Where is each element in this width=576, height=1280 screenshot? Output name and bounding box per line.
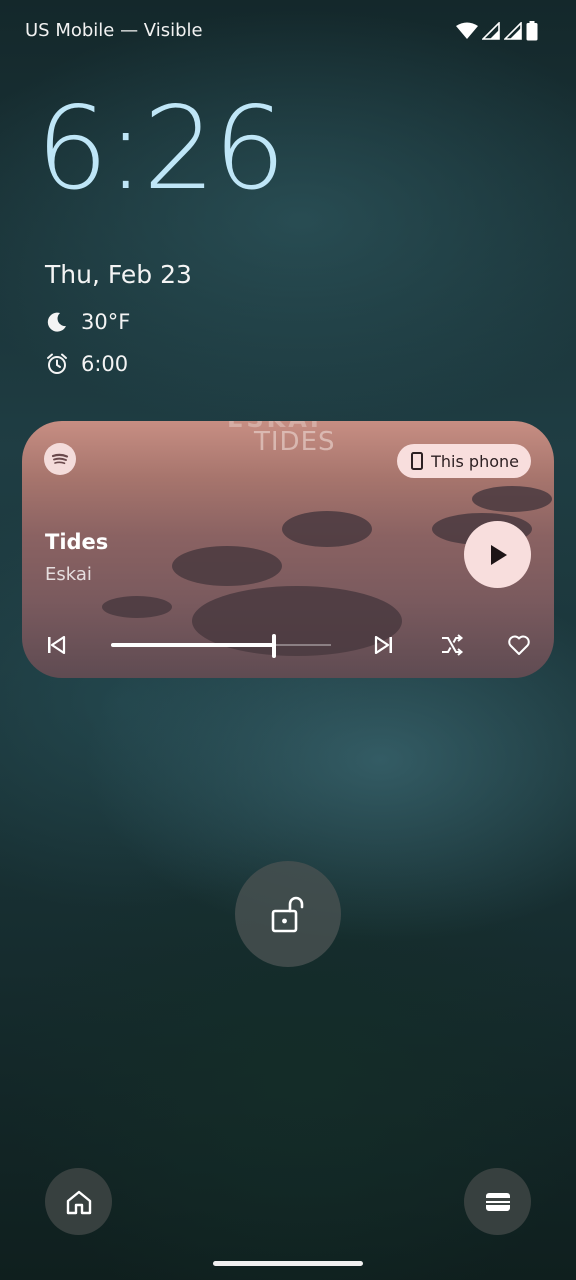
output-device-label: This phone <box>431 451 519 471</box>
carrier-name: US Mobile — Visible <box>25 20 203 41</box>
lockscreen-clock: 6:26 <box>36 82 286 215</box>
track-artist: Eskai <box>45 564 92 585</box>
moon-icon <box>47 312 66 332</box>
signal-icon <box>482 22 500 40</box>
wallet-icon <box>485 1192 510 1211</box>
spotify-icon[interactable] <box>44 443 76 475</box>
media-player-card[interactable]: ESKAI TIDES This phone Tides Eskai <box>22 421 554 678</box>
seek-bar[interactable] <box>111 634 331 658</box>
track-title: Tides <box>45 530 109 554</box>
like-button[interactable] <box>501 627 537 663</box>
shuffle-icon <box>442 634 464 656</box>
home-icon <box>66 1190 91 1214</box>
lockscreen-date[interactable]: Thu, Feb 23 <box>45 260 192 289</box>
wallet-shortcut-button[interactable] <box>464 1168 531 1235</box>
status-bar: US Mobile — Visible <box>0 0 576 64</box>
weather-row[interactable]: 30°F <box>45 310 130 334</box>
media-controls <box>22 627 554 663</box>
signal-icon <box>504 22 522 40</box>
seek-bar-thumb[interactable] <box>271 634 276 658</box>
wifi-icon <box>456 22 478 39</box>
play-button[interactable] <box>464 521 531 588</box>
output-device-chip[interactable]: This phone <box>397 444 531 478</box>
status-icons <box>456 21 538 41</box>
alarm-time: 6:00 <box>81 352 129 376</box>
unlock-icon <box>271 896 304 933</box>
battery-icon <box>526 21 538 41</box>
heart-icon <box>508 635 530 655</box>
weather-temperature: 30°F <box>81 310 131 334</box>
album-art-title-text: TIDES <box>254 427 336 457</box>
alarm-clock-icon <box>47 353 67 374</box>
unlock-button[interactable] <box>235 861 341 967</box>
previous-icon <box>48 636 66 654</box>
seek-bar-progress <box>111 643 274 647</box>
alarm-row[interactable]: 6:00 <box>45 352 128 376</box>
previous-button[interactable] <box>38 627 74 663</box>
home-shortcut-button[interactable] <box>45 1168 112 1235</box>
next-button[interactable] <box>366 627 402 663</box>
next-icon <box>374 636 392 654</box>
play-icon <box>490 544 507 565</box>
gesture-navigation-handle[interactable] <box>213 1261 363 1266</box>
shuffle-button[interactable] <box>434 627 470 663</box>
phone-icon <box>411 452 424 470</box>
